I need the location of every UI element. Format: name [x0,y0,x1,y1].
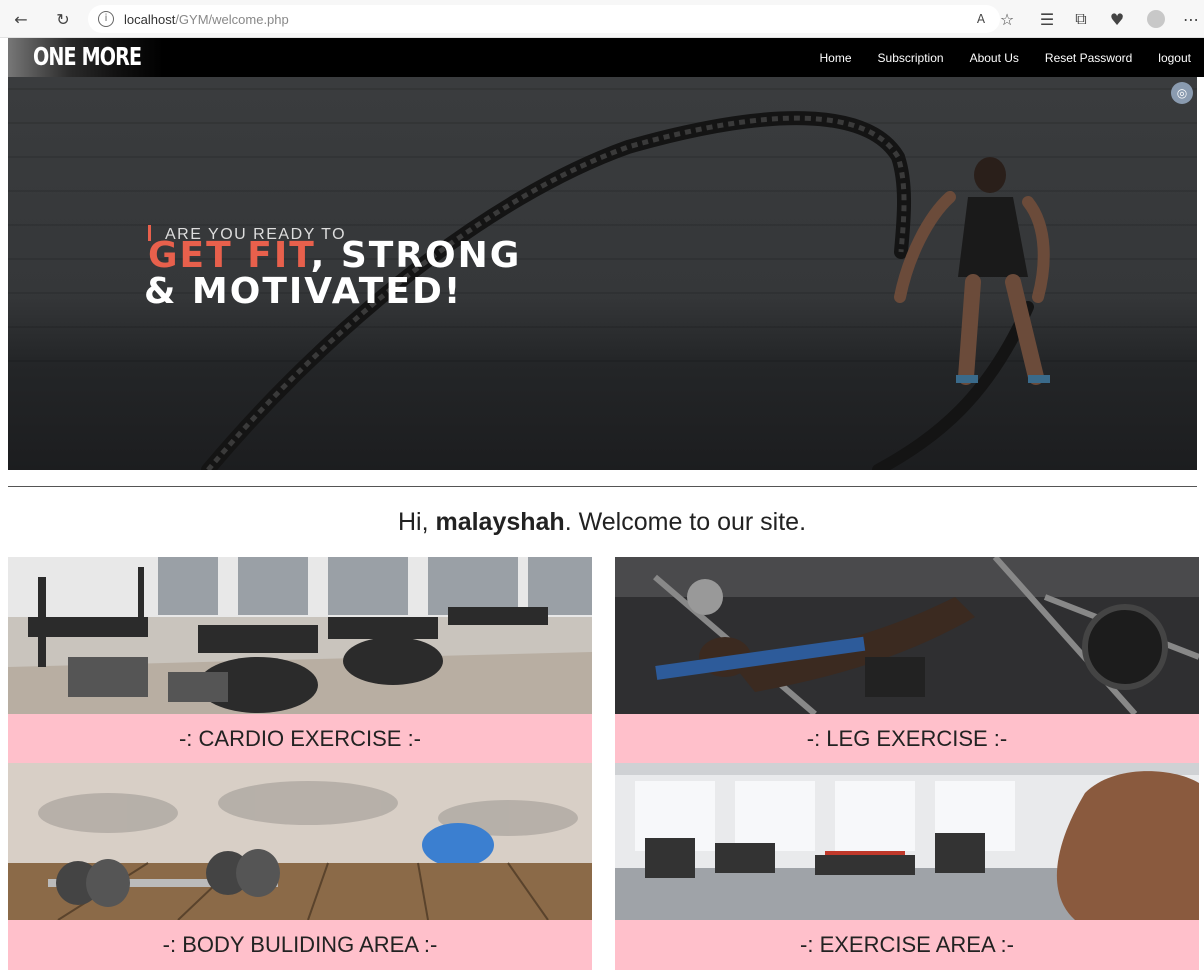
visual-search-icon[interactable]: ◎ [1171,82,1193,104]
section-divider [8,486,1197,487]
username: malayshah [435,508,564,536]
card-label-body-building: -: BODY BULIDING AREA :- [8,920,592,970]
hero-headline-line2: & MOTIVATED! [144,273,462,311]
info-icon[interactable]: i [98,11,114,27]
nav-subscription[interactable]: Subscription [878,51,944,65]
read-aloud-icon[interactable]: A [970,8,992,30]
refresh-icon[interactable]: ↻ [52,8,74,30]
site-logo[interactable]: ONE MORE [8,38,163,77]
profile-avatar[interactable] [1147,10,1165,28]
athlete-figure [888,157,1088,397]
hero-accent-text: GET FIT [148,235,311,276]
url-host: localhost [124,12,175,27]
nav-home[interactable]: Home [820,51,852,65]
welcome-message: Hi, malayshah. Welcome to our site. [0,508,1204,537]
cardio-image [8,557,592,714]
leg-image [615,557,1199,714]
exercise-area-image [615,763,1199,920]
back-icon[interactable]: ← [10,8,32,30]
more-icon[interactable]: ⋯ [1180,8,1202,30]
hero-headline-line1: GET FIT, STRONG [148,237,521,275]
address-bar[interactable]: i localhost/GYM/welcome.php [88,5,1000,33]
nav-links: Home Subscription About Us Reset Passwor… [807,38,1204,77]
card-label-leg: -: LEG EXERCISE :- [615,714,1199,764]
health-icon[interactable]: ♥ [1106,8,1128,30]
card-label-cardio: -: CARDIO EXERCISE :- [8,714,592,764]
nav-reset-password[interactable]: Reset Password [1045,51,1132,65]
collections-icon[interactable]: ⧉ [1070,8,1092,30]
favorite-add-icon[interactable]: ☆ [996,8,1018,30]
browser-toolbar: ← ↻ i localhost/GYM/welcome.php A ☆ ☰ ⧉ … [0,0,1204,38]
hero-banner: ARE YOU READY TO GET FIT, STRONG & MOTIV… [8,77,1197,470]
logo-text: ONE MORE [33,42,141,71]
url-path: /GYM/welcome.php [175,12,288,27]
body-building-image [8,763,592,920]
nav-logout[interactable]: logout [1158,51,1191,65]
favorites-icon[interactable]: ☰ [1036,8,1058,30]
nav-about-us[interactable]: About Us [970,51,1019,65]
card-label-exercise-area: -: EXERCISE AREA :- [615,920,1199,970]
site-navbar: ONE MORE Home Subscription About Us Rese… [8,38,1204,77]
